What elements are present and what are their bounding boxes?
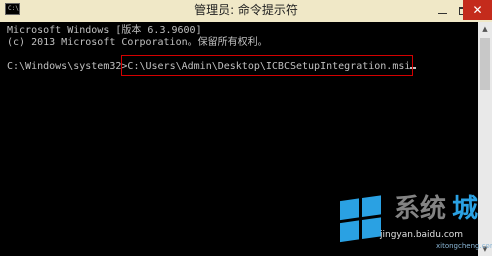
watermark-brand: 系统 (394, 194, 447, 224)
windows-logo-pane (340, 220, 359, 243)
close-button[interactable]: ✕ (463, 0, 492, 20)
windows-logo-pane (362, 195, 381, 217)
window-title: 管理员: 命令提示符 (194, 3, 298, 17)
console-line-copyright: (c) 2013 Microsoft Corporation。保留所有权利。 (7, 37, 268, 48)
command-highlight-box (121, 55, 413, 76)
console-prompt: C:\Windows\system32> (7, 61, 128, 72)
scroll-thumb[interactable] (480, 38, 490, 90)
title-bar[interactable]: C:\ 管理员: 命令提示符 ✕ (0, 0, 492, 22)
minimize-icon (437, 13, 447, 14)
watermark: 系统 城 jingyan.baidu.com xitongcheng.com (340, 190, 492, 254)
watermark-brand-accent: 城 (452, 194, 479, 224)
watermark-url-primary: jingyan.baidu.com (380, 230, 464, 240)
windows-logo-pane (340, 198, 359, 221)
close-icon: ✕ (472, 3, 483, 17)
windows-logo-pane (362, 217, 381, 239)
windows-logo-icon (340, 195, 384, 245)
watermark-url-secondary: xitongcheng.com (436, 242, 492, 250)
scroll-up-icon[interactable]: ▲ (478, 22, 492, 36)
console-line-version: Microsoft Windows [版本 6.3.9600] (7, 25, 202, 36)
